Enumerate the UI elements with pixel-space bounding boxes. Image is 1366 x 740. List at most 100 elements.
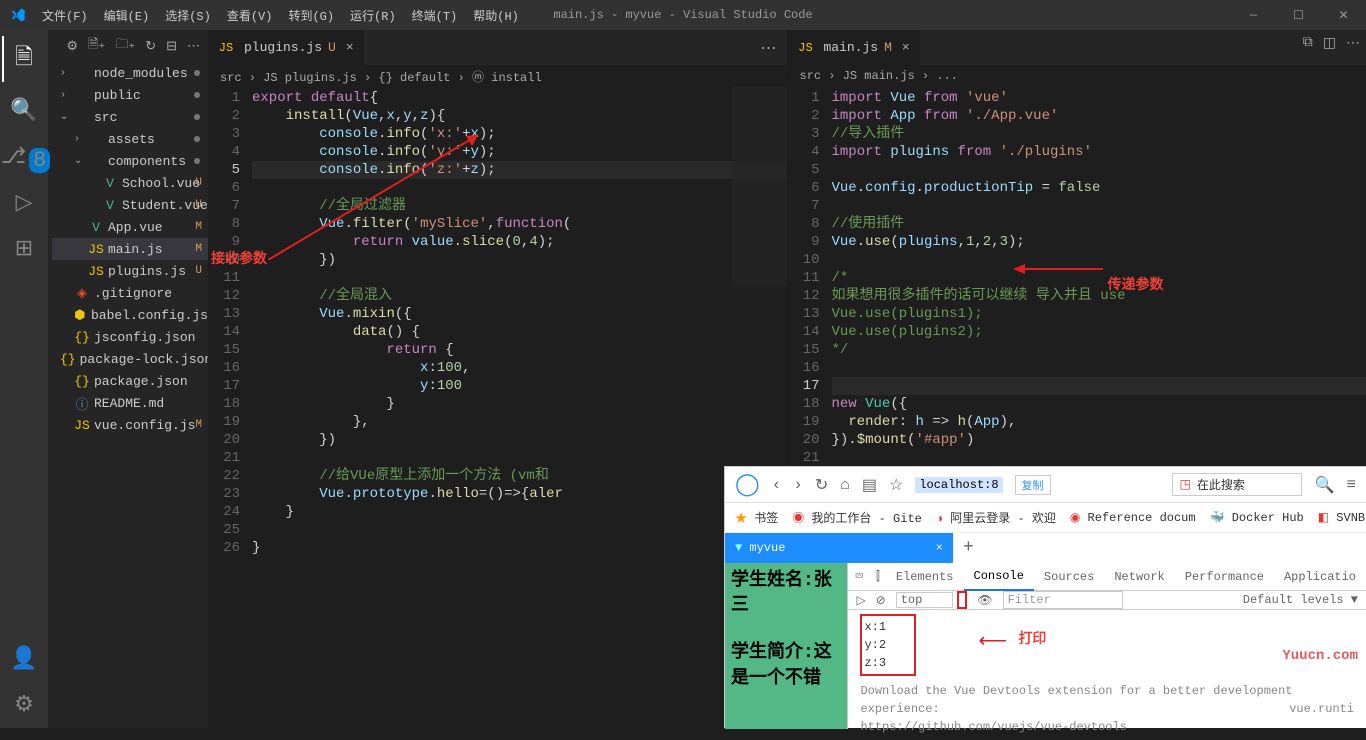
devtools-tab[interactable]: Elements (886, 570, 964, 584)
minimize-icon[interactable]: — (1231, 0, 1276, 30)
watermark: Yuucn.com (1282, 648, 1358, 664)
menu-item[interactable]: 选择(S) (158, 3, 218, 28)
file-tree-item[interactable]: VStudent.vueU (52, 194, 208, 216)
window-title: main.js - myvue - Visual Studio Code (553, 8, 812, 22)
bookmark-item[interactable]: 🐳 Docker Hub (1210, 510, 1304, 525)
file-tree-item[interactable]: ◈.gitignore (52, 282, 208, 304)
search-icon[interactable]: 🔍 (10, 98, 37, 124)
bookmark-item[interactable]: ◉ Reference docum (1070, 510, 1196, 525)
debug-icon[interactable]: ▷ (16, 190, 33, 216)
file-tree-item[interactable]: {}package.json (52, 370, 208, 392)
more-icon[interactable]: ⋯ (1346, 35, 1360, 52)
bookmark-item[interactable]: ◉ 我的工作台 - Gite (792, 509, 922, 526)
eye-icon[interactable]: 👁 (977, 593, 992, 608)
menu-item[interactable]: 转到(G) (281, 3, 341, 28)
menu-item[interactable]: 帮助(H) (466, 3, 526, 28)
bookmark-item[interactable]: ◧ SVNBuc (1318, 510, 1366, 525)
file-tree-item[interactable]: ›assets (52, 128, 208, 150)
collapse-icon[interactable]: ⊟ (166, 39, 177, 54)
tab-plugins[interactable]: JS plugins.js U × (208, 30, 365, 65)
menu-item[interactable]: 查看(V) (220, 3, 280, 28)
browser-tab[interactable]: ▼ myvue× (725, 533, 953, 563)
close-icon[interactable]: ✕ (1321, 0, 1366, 30)
devtools-tab[interactable]: Network (1104, 570, 1174, 584)
window-controls: — ☐ ✕ (1231, 0, 1366, 30)
file-tree-item[interactable]: {}jsconfig.json (52, 326, 208, 348)
tab-label: plugins.js (244, 40, 322, 55)
bookmarks-bar: ★ 书签 ◉ 我的工作台 - Gite ◑ 阿里云登录 - 欢迎 ◉ Referenc… (725, 503, 1366, 533)
new-folder-icon[interactable]: 🗀₊ (115, 35, 135, 57)
close-tab-icon[interactable]: × (902, 40, 910, 55)
menu-item[interactable]: 编辑(E) (97, 3, 157, 28)
search-box[interactable]: ◳在此搜索 (1172, 473, 1302, 496)
copy-button[interactable]: 复制 (1015, 475, 1051, 495)
home-icon[interactable]: ⌂ (840, 476, 850, 494)
breadcrumb[interactable]: src › JS plugins.js › {} default › ⓜ ins… (208, 65, 787, 87)
file-tree-item[interactable]: JSmain.jsM (52, 238, 208, 260)
menu-item[interactable]: 终端(T) (405, 3, 465, 28)
maximize-icon[interactable]: ☐ (1276, 0, 1321, 30)
file-tree-item[interactable]: ⬢babel.config.js (52, 304, 208, 326)
inspect-icon[interactable]: ⮹ (848, 570, 870, 584)
search-icon[interactable]: 🔍 (1314, 475, 1334, 495)
file-tree-item[interactable]: VSchool.vueU (52, 172, 208, 194)
bookmark-item[interactable]: ◑ 阿里云登录 - 欢迎 (936, 509, 1056, 526)
levels-select[interactable]: Default levels ▼ (1243, 593, 1358, 607)
menu-item[interactable]: 文件(F) (35, 3, 95, 28)
settings-icon[interactable]: ⚙ (14, 692, 34, 718)
more-icon[interactable]: ⋯ (187, 39, 200, 54)
play-icon[interactable]: ▷ (856, 593, 865, 608)
close-tab-icon[interactable]: × (346, 40, 354, 55)
explorer-icon[interactable]: 🗎 (15, 40, 33, 78)
reader-icon[interactable]: ▤ (862, 475, 877, 495)
extensions-icon[interactable]: ⊞ (15, 236, 33, 262)
account-icon[interactable]: 👤 (10, 646, 37, 672)
filter-input[interactable]: Filter (1003, 591, 1123, 609)
devtools-tab[interactable]: Sources (1034, 570, 1104, 584)
url-bar[interactable]: localhost:8 (915, 477, 1002, 493)
annotation-receive: 接收参数 (211, 248, 267, 268)
devtools: ⮹ ⫿ ElementsConsoleSourcesNetworkPerform… (847, 563, 1366, 729)
annotation-print: 打印 (1018, 628, 1046, 648)
browser-tabs: ▼ myvue× + (725, 533, 1366, 563)
source-control-icon[interactable]: ⎇8 (1, 144, 48, 170)
file-tree-item[interactable]: {}package-lock.json (52, 348, 208, 370)
modified-indicator: M (884, 40, 892, 55)
tab-main[interactable]: JS main.js M × (788, 30, 921, 65)
back-icon[interactable]: ‹ (772, 476, 782, 494)
star-icon[interactable]: ☆ (889, 475, 903, 495)
file-tree-item[interactable]: JSvue.config.jsM (52, 414, 208, 436)
compare-icon[interactable]: ⧉ (1303, 35, 1313, 52)
close-tab-icon[interactable]: × (936, 541, 943, 555)
editor-left: JS plugins.js U × ⋯ src › JS plugins.js … (208, 30, 788, 728)
menu-item[interactable]: 运行(R) (343, 3, 403, 28)
device-icon[interactable]: ⫿ (870, 570, 886, 584)
devtools-tab[interactable]: Console (964, 563, 1034, 591)
more-icon[interactable]: ⋯ (761, 38, 777, 58)
minimap[interactable] (732, 87, 787, 287)
tab-bar: JS main.js M × (788, 30, 1366, 65)
file-tree-item[interactable]: ⌄components (52, 150, 208, 172)
forward-icon[interactable]: › (793, 476, 803, 494)
bookmark-item[interactable]: ★ 书签 (735, 509, 778, 526)
new-file-icon[interactable]: 🗎₊ (88, 35, 105, 57)
menubar: 文件(F)编辑(E)选择(S)查看(V)转到(G)运行(R)终端(T)帮助(H) (35, 3, 526, 28)
file-tree-item[interactable]: JSplugins.jsU (52, 260, 208, 282)
file-tree-item[interactable]: ›public (52, 84, 208, 106)
devtools-tab[interactable]: Applicatio (1274, 570, 1366, 584)
reload-icon[interactable]: ↻ (815, 475, 828, 495)
menu-icon[interactable]: ≡ (1346, 476, 1356, 494)
clear-icon[interactable]: ⊘ (876, 593, 886, 608)
devtools-tab[interactable]: Performance (1175, 570, 1274, 584)
refresh-icon[interactable]: ↻ (145, 39, 156, 54)
toolbar-icon[interactable]: ⚙ (66, 39, 78, 54)
breadcrumb[interactable]: src › JS main.js › ... (788, 65, 1366, 87)
file-tree-item[interactable]: ⓘREADME.md (52, 392, 208, 414)
split-icon[interactable]: ◫ (1323, 35, 1336, 52)
new-tab-icon[interactable]: + (953, 538, 984, 558)
file-tree-item[interactable]: ›node_modules (52, 62, 208, 84)
tab-bar: JS plugins.js U × ⋯ (208, 30, 787, 65)
file-tree-item[interactable]: VApp.vueM (52, 216, 208, 238)
file-tree-item[interactable]: ⌄src (52, 106, 208, 128)
context-select[interactable]: top (896, 592, 954, 608)
